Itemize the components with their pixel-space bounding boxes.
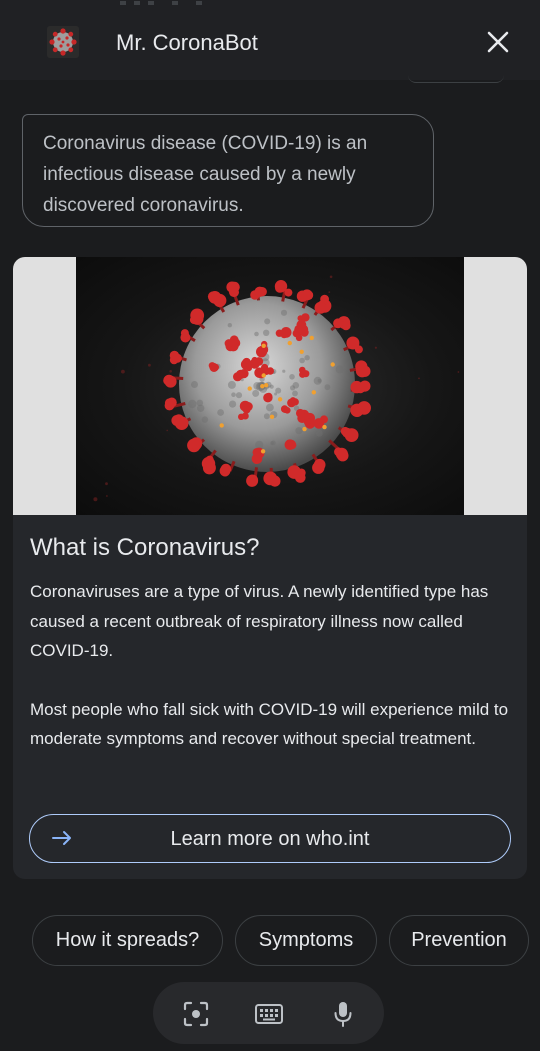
chat-title: Mr. CoronaBot (116, 30, 258, 55)
bot-message-bubble: Coronavirus disease (COVID-19) is an inf… (22, 114, 434, 227)
lens-icon (183, 1001, 209, 1027)
close-button[interactable] (481, 25, 515, 59)
keyboard-button[interactable] (254, 999, 284, 1029)
lens-button[interactable] (181, 999, 211, 1029)
close-icon (487, 31, 509, 53)
coronavirus-illustration (76, 257, 464, 515)
card-image (13, 257, 527, 515)
suggestion-chip-how-it-spreads[interactable]: How it spreads? (32, 915, 223, 966)
input-bar (153, 982, 384, 1044)
keyboard-icon (255, 1004, 283, 1024)
info-card: What is Coronavirus? Coronaviruses are a… (13, 257, 527, 879)
previous-message-edge (408, 74, 504, 83)
learn-more-label: Learn more on who.int (170, 828, 370, 850)
card-paragraph: Coronaviruses are a type of virus. A new… (30, 582, 489, 660)
suggestion-chip-symptoms[interactable]: Symptoms (235, 915, 377, 966)
coronavirus-avatar-icon (47, 26, 79, 58)
app-header: Mr. CoronaBot (0, 0, 540, 80)
microphone-icon (334, 1002, 352, 1027)
suggestion-chip-prevention[interactable]: Prevention (389, 915, 529, 966)
card-description: Coronaviruses are a type of virus. A new… (30, 577, 514, 783)
learn-more-button[interactable]: Learn more on who.int (29, 814, 511, 863)
microphone-button[interactable] (328, 999, 358, 1029)
status-text-fragment (120, 1, 202, 5)
card-paragraph: Most people who fall sick with COVID-19 … (30, 699, 509, 749)
card-title: What is Coronavirus? (30, 534, 260, 561)
